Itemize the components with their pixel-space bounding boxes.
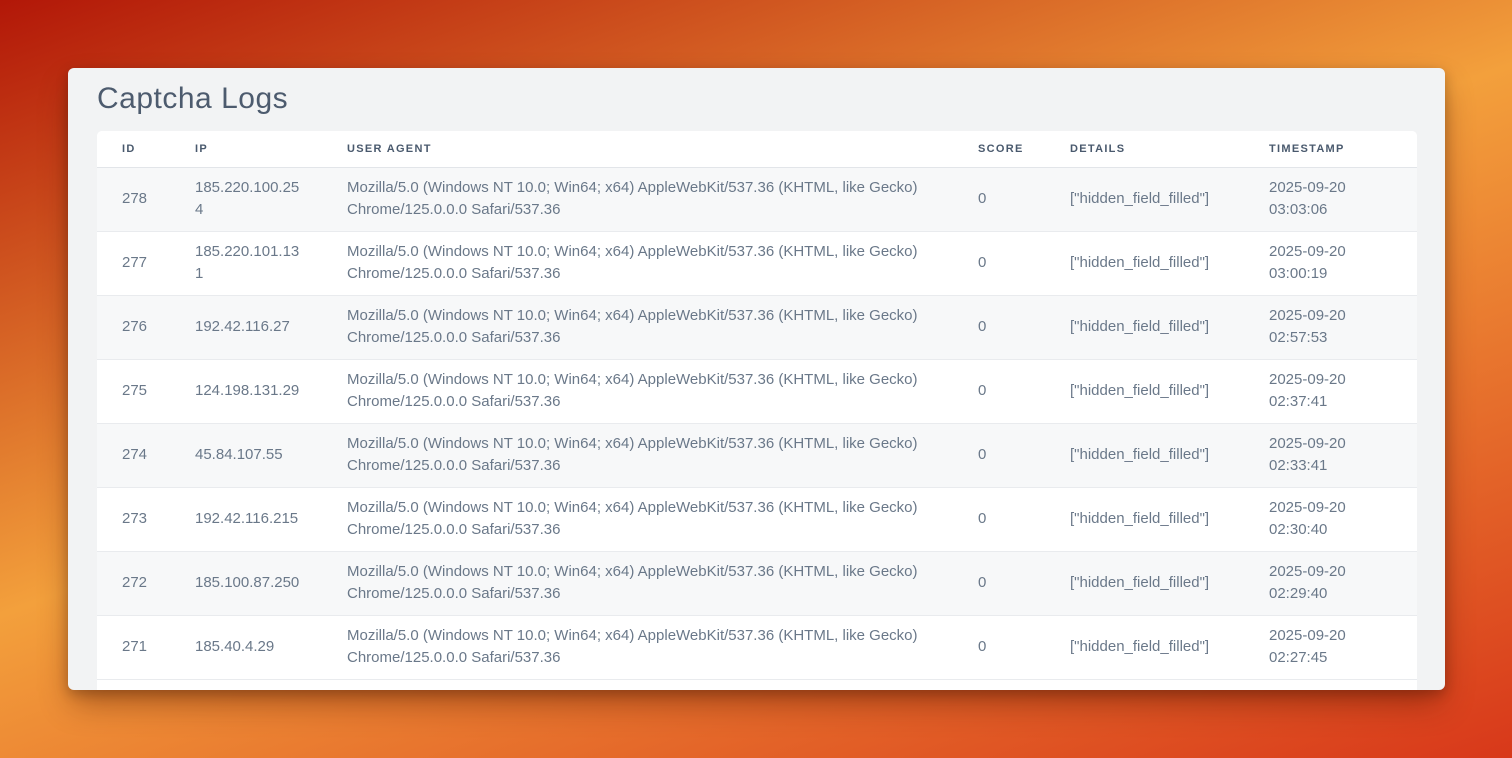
cell-timestamp: 2025-09-20 02:57:53	[1244, 295, 1417, 359]
cell-score: 0	[953, 615, 1045, 679]
table-row: 271185.40.4.29Mozilla/5.0 (Windows NT 10…	[97, 615, 1417, 679]
cell-id: 273	[97, 487, 170, 551]
cell-ip: 185.40.4.29	[170, 615, 322, 679]
cell-user_agent: Mozilla/5.0 (Windows NT 10.0; Win64; x64…	[322, 167, 953, 231]
column-header-id: ID	[97, 131, 170, 167]
table-header: IDIPUSER AGENTSCOREDETAILSTIMESTAMP	[97, 131, 1417, 167]
table-row: 278185.220.100.254Mozilla/5.0 (Windows N…	[97, 167, 1417, 231]
cell-details: ["hidden_field_filled"]	[1045, 359, 1244, 423]
cell-ip: 192.42.116.27	[170, 295, 322, 359]
column-header-score: SCORE	[953, 131, 1045, 167]
cell-timestamp: 2025-09-20 02:27:45	[1244, 615, 1417, 679]
column-header-ip: IP	[170, 131, 322, 167]
table-header-row: IDIPUSER AGENTSCOREDETAILSTIMESTAMP	[97, 131, 1417, 167]
cell-id: 276	[97, 295, 170, 359]
table-row: 27445.84.107.55Mozilla/5.0 (Windows NT 1…	[97, 423, 1417, 487]
cell-score: 0	[953, 359, 1045, 423]
cell-ip: 185.220.101.131	[170, 231, 322, 295]
cell-id: 278	[97, 167, 170, 231]
cell-id: 275	[97, 359, 170, 423]
cell-ip: 45.84.107.55	[170, 423, 322, 487]
captcha-logs-table: IDIPUSER AGENTSCOREDETAILSTIMESTAMP 2781…	[97, 131, 1417, 680]
table-row: 276192.42.116.27Mozilla/5.0 (Windows NT …	[97, 295, 1417, 359]
cell-score: 0	[953, 231, 1045, 295]
cell-details: ["hidden_field_filled"]	[1045, 551, 1244, 615]
cell-ip: 124.198.131.29	[170, 359, 322, 423]
table-body: 278185.220.100.254Mozilla/5.0 (Windows N…	[97, 167, 1417, 679]
table-row: 273192.42.116.215Mozilla/5.0 (Windows NT…	[97, 487, 1417, 551]
page-title: Captcha Logs	[97, 82, 1445, 116]
column-header-timestamp: TIMESTAMP	[1244, 131, 1417, 167]
table-row: 275124.198.131.29Mozilla/5.0 (Windows NT…	[97, 359, 1417, 423]
column-header-user_agent: USER AGENT	[322, 131, 953, 167]
cell-score: 0	[953, 487, 1045, 551]
column-header-details: DETAILS	[1045, 131, 1244, 167]
cell-details: ["hidden_field_filled"]	[1045, 295, 1244, 359]
cell-user_agent: Mozilla/5.0 (Windows NT 10.0; Win64; x64…	[322, 231, 953, 295]
table-row: 277185.220.101.131Mozilla/5.0 (Windows N…	[97, 231, 1417, 295]
cell-ip: 192.42.116.215	[170, 487, 322, 551]
cell-timestamp: 2025-09-20 02:29:40	[1244, 551, 1417, 615]
table-row: 272185.100.87.250Mozilla/5.0 (Windows NT…	[97, 551, 1417, 615]
cell-score: 0	[953, 295, 1045, 359]
cell-timestamp: 2025-09-20 03:00:19	[1244, 231, 1417, 295]
cell-details: ["hidden_field_filled"]	[1045, 231, 1244, 295]
cell-id: 277	[97, 231, 170, 295]
logs-table-container: IDIPUSER AGENTSCOREDETAILSTIMESTAMP 2781…	[97, 131, 1417, 690]
cell-user_agent: Mozilla/5.0 (Windows NT 10.0; Win64; x64…	[322, 359, 953, 423]
cell-timestamp: 2025-09-20 02:37:41	[1244, 359, 1417, 423]
cell-details: ["hidden_field_filled"]	[1045, 423, 1244, 487]
cell-user_agent: Mozilla/5.0 (Windows NT 10.0; Win64; x64…	[322, 423, 953, 487]
cell-details: ["hidden_field_filled"]	[1045, 167, 1244, 231]
cell-user_agent: Mozilla/5.0 (Windows NT 10.0; Win64; x64…	[322, 487, 953, 551]
cell-score: 0	[953, 551, 1045, 615]
cell-score: 0	[953, 167, 1045, 231]
cell-ip: 185.220.100.254	[170, 167, 322, 231]
cell-timestamp: 2025-09-20 02:33:41	[1244, 423, 1417, 487]
captcha-logs-card: Captcha Logs IDIPUSER AGENTSCOREDETAILST…	[68, 68, 1445, 690]
cell-user_agent: Mozilla/5.0 (Windows NT 10.0; Win64; x64…	[322, 615, 953, 679]
cell-timestamp: 2025-09-20 03:03:06	[1244, 167, 1417, 231]
cell-ip: 185.100.87.250	[170, 551, 322, 615]
cell-details: ["hidden_field_filled"]	[1045, 615, 1244, 679]
cell-timestamp: 2025-09-20 02:30:40	[1244, 487, 1417, 551]
cell-id: 272	[97, 551, 170, 615]
cell-details: ["hidden_field_filled"]	[1045, 487, 1244, 551]
cell-user_agent: Mozilla/5.0 (Windows NT 10.0; Win64; x64…	[322, 295, 953, 359]
cell-score: 0	[953, 423, 1045, 487]
cell-user_agent: Mozilla/5.0 (Windows NT 10.0; Win64; x64…	[322, 551, 953, 615]
cell-id: 274	[97, 423, 170, 487]
gradient-background: { "page": { "title": "Captcha Logs" }, "…	[0, 0, 1512, 758]
cell-id: 271	[97, 615, 170, 679]
